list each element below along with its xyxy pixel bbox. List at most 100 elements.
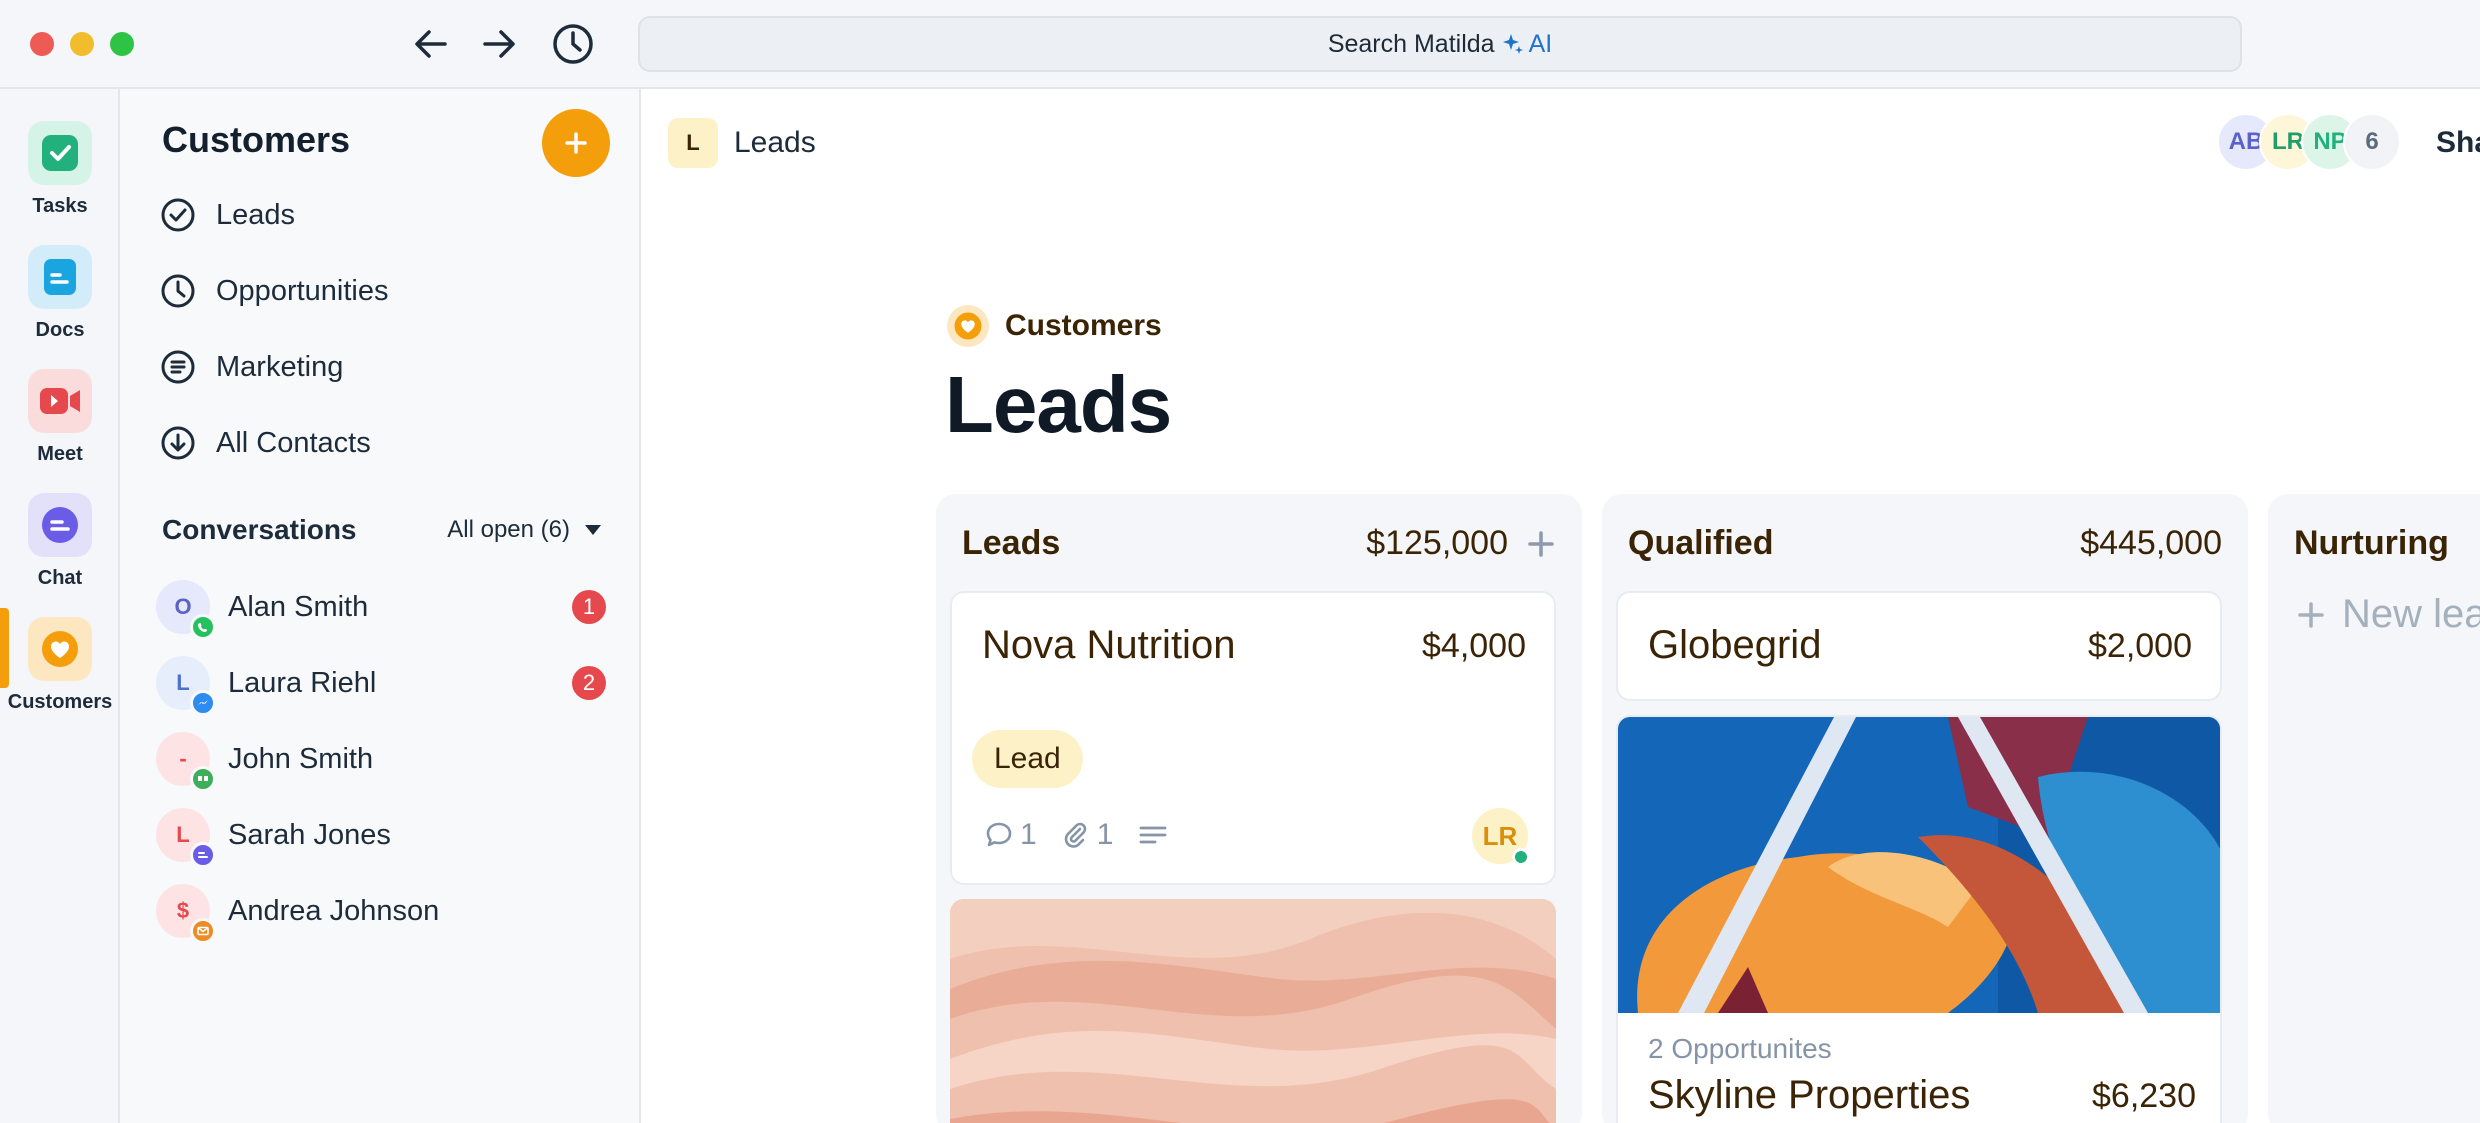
main-content: L Leads AB LR NP 6 Sha Customers Leads L… bbox=[641, 89, 2480, 1123]
heart-icon bbox=[42, 631, 78, 667]
rail-label: Tasks bbox=[32, 195, 88, 217]
sidebar-item-all-contacts[interactable]: All Contacts bbox=[160, 418, 371, 468]
card-subtitle: 2 Opportunites bbox=[1648, 1033, 1832, 1064]
rail-label: Customers bbox=[7, 691, 113, 713]
card-meta: 1 1 bbox=[984, 818, 1169, 852]
sidebar-item-marketing[interactable]: Marketing bbox=[160, 342, 343, 392]
rail-item-tasks[interactable]: Tasks bbox=[0, 121, 120, 218]
rail-item-meet[interactable]: Meet bbox=[0, 369, 120, 466]
conversations-filter[interactable]: All open (6) bbox=[447, 516, 602, 544]
rail-item-chat[interactable]: Chat bbox=[0, 493, 120, 590]
avatar-initial: - bbox=[179, 746, 187, 771]
sidebar-item-label: All Contacts bbox=[216, 426, 371, 459]
description-icon bbox=[1139, 826, 1167, 844]
board-column-qualified: Qualified $445,000 Globegrid $2,000 2 Op… bbox=[1602, 494, 2248, 1123]
collaborators[interactable]: AB LR NP 6 bbox=[2217, 113, 2401, 171]
sidebar: Customers Leads Opportunities Marketing … bbox=[120, 89, 641, 1123]
maximize-window-button[interactable] bbox=[110, 32, 134, 56]
rail-item-customers[interactable]: Customers bbox=[0, 617, 120, 714]
column-header: Qualified $445,000 bbox=[1628, 524, 2222, 563]
rail-label: Chat bbox=[37, 567, 83, 589]
column-total-group: $125,000 bbox=[1366, 524, 1556, 563]
plus-icon[interactable] bbox=[1526, 529, 1556, 559]
messenger-icon bbox=[190, 690, 216, 716]
card-title: Nova Nutrition bbox=[982, 623, 1236, 667]
column-total: $445,000 bbox=[2080, 524, 2222, 562]
conversation-item[interactable]: - John Smith bbox=[156, 729, 606, 792]
column-name: Qualified bbox=[1628, 524, 1774, 562]
avatar-initial: O bbox=[174, 594, 192, 619]
column-name: Nurturing bbox=[2294, 524, 2449, 562]
history-button[interactable] bbox=[549, 20, 597, 68]
heart-icon bbox=[947, 305, 989, 347]
doc-icon bbox=[44, 259, 76, 295]
whatsapp-icon bbox=[190, 614, 216, 640]
avatar: L bbox=[156, 808, 216, 868]
comment-icon bbox=[986, 822, 1012, 847]
card-body: 2 Opportunites Skyline Properties $6,230 bbox=[1618, 1013, 2220, 1123]
search-bar[interactable]: Search Matilda AI bbox=[638, 16, 2242, 72]
arrow-down-circle-icon bbox=[160, 425, 196, 461]
sidebar-item-opportunities[interactable]: Opportunities bbox=[160, 266, 389, 316]
conversation-item[interactable]: L Laura Riehl 2 bbox=[156, 653, 606, 716]
share-button[interactable]: Sha bbox=[2436, 126, 2480, 160]
owner-avatar[interactable]: LR bbox=[1472, 808, 1530, 866]
column-header: Leads $125,000 bbox=[962, 524, 1556, 563]
paperclip-icon bbox=[1064, 822, 1086, 848]
deal-card[interactable]: 2 Opportunites Skyline Properties $6,230 bbox=[1616, 715, 2222, 1123]
page-kicker[interactable]: Customers bbox=[947, 305, 1162, 347]
search-label: Search Matilda bbox=[1327, 29, 1495, 58]
new-lead-button[interactable]: New lea bbox=[2296, 592, 2480, 637]
cover-image bbox=[950, 899, 1556, 1123]
title-bar: Search Matilda AI bbox=[0, 0, 2480, 89]
page-title: Leads bbox=[945, 360, 1172, 449]
quote-icon bbox=[190, 766, 216, 792]
arrow-right-icon bbox=[483, 30, 515, 58]
conversation-item[interactable]: L Sarah Jones bbox=[156, 805, 606, 868]
clock-icon bbox=[553, 24, 593, 64]
card-title: Globegrid bbox=[1648, 623, 1822, 667]
deal-card[interactable]: Nova Nutrition $4,000 Lead 1 1 LR bbox=[950, 591, 1556, 885]
close-window-button[interactable] bbox=[30, 32, 54, 56]
docs-app-icon bbox=[28, 245, 92, 309]
list-circle-icon bbox=[160, 349, 196, 385]
conversation-item[interactable]: O Alan Smith 1 bbox=[156, 577, 606, 640]
avatar-initial: $ bbox=[176, 898, 190, 923]
filter-label: All open (6) bbox=[447, 516, 570, 543]
attachment-count: 1 bbox=[1061, 818, 1113, 852]
board-column-leads: Leads $125,000 Nova Nutrition $4,000 Lea… bbox=[936, 494, 1582, 1123]
chat-icon bbox=[42, 507, 78, 543]
kicker-label: Customers bbox=[1005, 309, 1162, 342]
avatar: $ bbox=[156, 884, 216, 944]
video-icon bbox=[40, 388, 80, 414]
card-amount: $6,230 bbox=[2092, 1077, 2196, 1115]
add-button[interactable] bbox=[542, 109, 610, 177]
card-amount: $2,000 bbox=[2088, 627, 2192, 665]
unread-count: 2 bbox=[572, 666, 606, 700]
contact-name: Alan Smith bbox=[228, 590, 369, 623]
sidebar-item-label: Opportunities bbox=[216, 274, 389, 307]
column-name: Leads bbox=[962, 524, 1061, 562]
conversation-item[interactable]: $ Andrea Johnson bbox=[156, 881, 606, 944]
conversations-header: Conversations All open (6) bbox=[162, 514, 602, 546]
minimize-window-button[interactable] bbox=[70, 32, 94, 56]
app-window: Search Matilda AI Tasks Docs Meet Chat C… bbox=[0, 0, 2480, 1123]
sidebar-item-leads[interactable]: Leads bbox=[160, 190, 295, 240]
unread-count: 1 bbox=[572, 590, 606, 624]
forward-button[interactable] bbox=[475, 20, 523, 68]
ai-badge[interactable]: AI bbox=[1501, 29, 1553, 59]
avatar: O bbox=[156, 580, 216, 640]
arrow-left-icon bbox=[415, 30, 447, 58]
rail-item-docs[interactable]: Docs bbox=[0, 245, 120, 342]
comment-count: 1 bbox=[984, 818, 1037, 852]
more-collaborators-count: 6 bbox=[2343, 113, 2401, 171]
ai-label: AI bbox=[1528, 29, 1553, 58]
sparkle-icon bbox=[1502, 34, 1523, 54]
clock-icon bbox=[160, 273, 196, 309]
breadcrumb[interactable]: L Leads bbox=[668, 118, 816, 168]
deal-card[interactable]: Globegrid $2,000 bbox=[1616, 591, 2222, 701]
tasks-app-icon bbox=[28, 121, 92, 185]
comment-count-value: 1 bbox=[1020, 818, 1037, 851]
back-button[interactable] bbox=[407, 20, 455, 68]
customers-app-icon bbox=[28, 617, 92, 681]
